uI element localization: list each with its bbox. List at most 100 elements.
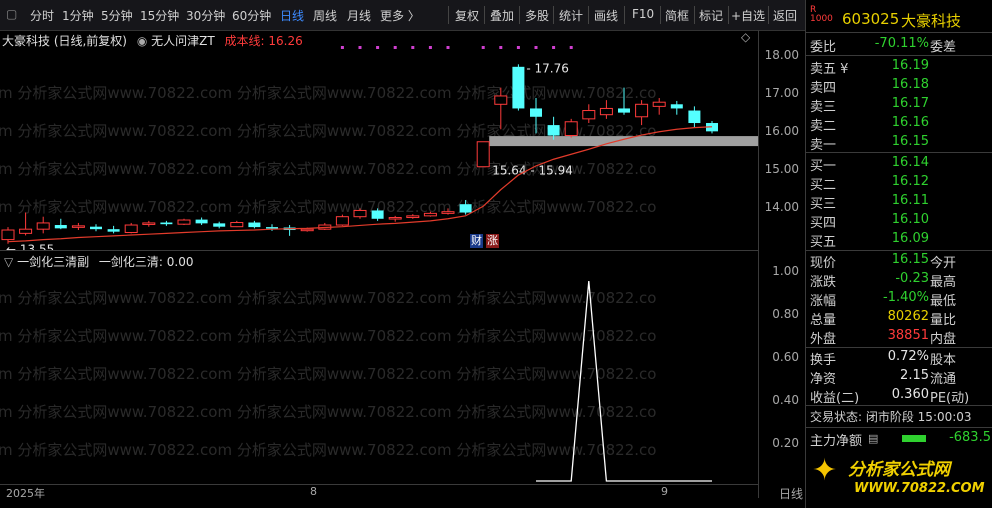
candle-up — [494, 95, 508, 105]
period-tab-fenshi[interactable]: 分时 — [30, 7, 54, 24]
low-price-label: ← 13.55 — [6, 243, 54, 250]
stat-row-label2: 今开 — [930, 256, 957, 271]
stock-header: R 1000 603025 大豪科技 — [806, 6, 992, 32]
marker-dot — [552, 46, 556, 49]
period-tab-more[interactable]: 更多 〉 — [380, 7, 420, 24]
finance-badge[interactable]: 财 — [470, 234, 483, 248]
stat-row-value: 16.15 — [891, 252, 929, 267]
stat-row-label2: 最高 — [930, 275, 957, 290]
candle-down — [688, 110, 701, 124]
candle-down — [213, 223, 226, 227]
period-tab-daily[interactable]: 日线 — [280, 7, 304, 24]
marker-dot — [499, 46, 503, 49]
price-tick: 14.00 — [764, 200, 799, 214]
restore-rights-button[interactable]: 复权 — [455, 7, 479, 24]
main-flow-value: -683.5 — [949, 430, 991, 445]
watermark-layer: m 分析家公式网www.70822.com 分析家公式网www.70822.co… — [0, 84, 656, 216]
list-icon[interactable]: ▤ — [868, 432, 878, 445]
mark-button[interactable]: 标记 — [699, 7, 723, 24]
multi-stock-button[interactable]: 多股 — [525, 7, 549, 24]
cost-line — [7, 126, 713, 243]
period-tab-1min[interactable]: 1分钟 — [62, 7, 94, 24]
price-tick: 17.00 — [764, 86, 799, 100]
candle-up — [177, 219, 191, 225]
bid-row-1: 买一 16.14 — [806, 155, 992, 174]
candle-down — [459, 204, 472, 213]
statistics-button[interactable]: 统计 — [559, 7, 583, 24]
period-tab-60min[interactable]: 60分钟 — [232, 7, 271, 24]
stat-row: 外盘 38851 内盘 — [806, 328, 992, 347]
date-axis: 2025年 8 9 — [0, 484, 758, 500]
candle-down — [160, 222, 173, 225]
period-tab-monthly[interactable]: 月线 — [347, 7, 371, 24]
expand-icon[interactable]: ◇ — [741, 30, 750, 44]
indicator-chart[interactable]: m 分析家公式网www.70822.com 分析家公式网www.70822.co… — [0, 250, 758, 485]
ask-row-3: 卖三 16.17 — [806, 96, 992, 115]
indicator-tick: 0.20 — [772, 436, 799, 450]
ask-row-5-value: 16.19 — [891, 58, 929, 73]
marker-dots — [340, 46, 573, 49]
bid-row-4: 买四 16.10 — [806, 212, 992, 231]
stat2-row-label2: PE(动) — [930, 391, 970, 406]
bid-row-4-label: 买四 — [810, 216, 837, 231]
watermark-text: m 分析家公式网www.70822.com 分析家公式网www.70822.co… — [0, 327, 656, 345]
ask-row-5-label: 卖五 ¥ — [810, 62, 849, 77]
candle-up — [353, 209, 367, 218]
period-tab-30min[interactable]: 30分钟 — [186, 7, 225, 24]
ask-row-2: 卖二 16.16 — [806, 115, 992, 134]
period-tab-15min[interactable]: 15分钟 — [140, 7, 179, 24]
stat-row-label: 涨幅 — [810, 294, 837, 309]
indicator-title-bar: ▽ 一剑化三清副 一剑化三清: 0.00 — [4, 253, 193, 270]
ask-row-4-value: 16.18 — [891, 77, 929, 92]
simple-frame-button[interactable]: 简框 — [665, 7, 689, 24]
bid-row-3-value: 16.11 — [891, 193, 929, 208]
candle-down — [107, 229, 120, 232]
ask-row-1: 卖一 16.15 — [806, 134, 992, 153]
ask-row-1-label: 卖一 — [810, 138, 837, 153]
ask-row-5: 卖五 ¥ 16.19 — [806, 58, 992, 77]
candle-up — [441, 211, 455, 214]
marker-dot — [393, 46, 397, 49]
bid-row-3: 买三 16.11 — [806, 193, 992, 212]
site-logo: ✦ 分析家公式网 WWW.70822.COM — [806, 449, 992, 508]
main-flow-label: 主力净额 — [810, 434, 863, 449]
stat-row-value: 80262 — [887, 309, 929, 324]
candle-down — [512, 66, 525, 109]
marker-dot — [428, 46, 432, 49]
stat2-row-label: 换手 — [810, 353, 837, 368]
add-watchlist-button[interactable]: +自选 — [731, 7, 765, 24]
ask-row-1-value: 16.15 — [891, 134, 929, 149]
limit-up-badge[interactable]: 涨 — [486, 234, 499, 248]
logo-text: 分析家公式网 — [848, 460, 950, 480]
marker-dot — [446, 46, 450, 49]
sub-indicator-title[interactable]: 一剑化三清副 — [17, 255, 89, 269]
f10-button[interactable]: F10 — [632, 7, 654, 21]
marker-dot — [534, 46, 538, 49]
stat-row-value: 38851 — [887, 328, 929, 343]
overlay-button[interactable]: 叠加 — [490, 7, 514, 24]
candle-up — [599, 107, 613, 116]
candle-down — [618, 108, 630, 113]
candle-up — [564, 121, 578, 137]
stat2-row-value: 2.15 — [900, 368, 929, 383]
bid-row-2: 买二 16.12 — [806, 174, 992, 193]
collapse-icon[interactable]: ▢ — [6, 7, 17, 21]
indicator-dropdown-icon[interactable]: ▽ — [4, 255, 13, 269]
price-tick: 16.00 — [764, 124, 799, 138]
price-chart[interactable]: m 分析家公式网www.70822.com 分析家公式网www.70822.co… — [0, 46, 758, 250]
candle-up — [582, 110, 596, 120]
period-tab-5min[interactable]: 5分钟 — [101, 7, 133, 24]
bid-row-5-label: 买五 — [810, 235, 837, 250]
bid-row-3-label: 买三 — [810, 197, 837, 212]
main-flow-row: 主力净额 ▤ -683.5 — [806, 430, 992, 449]
trade-status-row: 交易状态: 闭市阶段 15:00:03 — [806, 408, 992, 427]
watermark-text: m 分析家公式网www.70822.com 分析家公式网www.70822.co… — [0, 84, 656, 102]
back-button[interactable]: 返回 — [773, 7, 797, 24]
bid-row-5-value: 16.09 — [891, 231, 929, 246]
draw-line-button[interactable]: 画线 — [594, 7, 618, 24]
order-diff-label: 委差 — [930, 40, 957, 55]
candle-up — [71, 225, 85, 228]
stat-row-value: -1.40% — [883, 290, 929, 305]
bid-row-4-value: 16.10 — [891, 212, 929, 227]
period-tab-weekly[interactable]: 周线 — [313, 7, 337, 24]
